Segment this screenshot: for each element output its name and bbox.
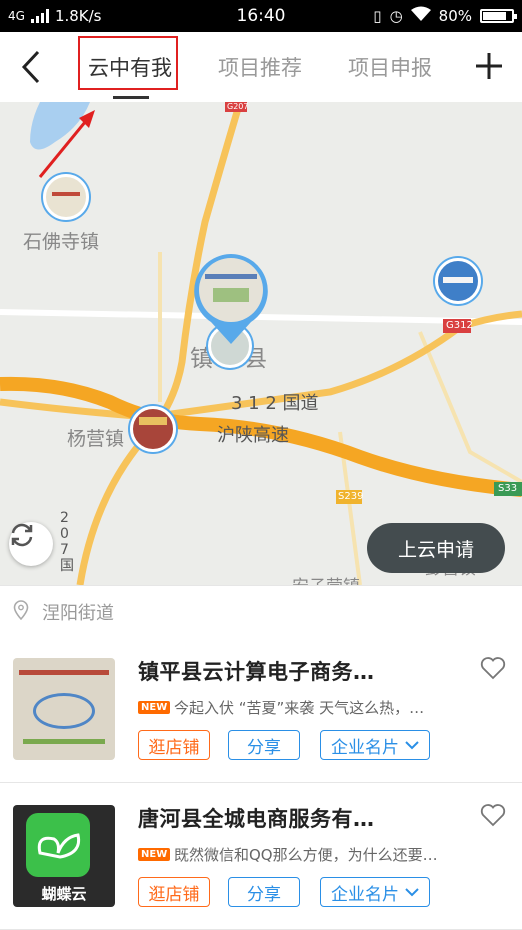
shield-s239: S239 — [338, 491, 364, 502]
item-title[interactable]: 唐河县全城电商服务有… — [138, 803, 375, 833]
new-badge: NEW — [138, 701, 171, 714]
store-pin-1[interactable] — [43, 174, 89, 220]
alarm-icon: ◷ — [389, 7, 403, 25]
item-title[interactable]: 镇平县云计算电子商务… — [138, 656, 375, 686]
tab-project-recommend[interactable]: 项目推荐 — [218, 52, 302, 82]
list-item[interactable]: 镇平县云计算电子商务… NEW 今起入伏 “苦夏”来袭 天气这么热，… 逛店铺 … — [0, 636, 522, 783]
refresh-icon — [11, 523, 33, 547]
location-bar[interactable]: 涅阳街道 — [0, 585, 522, 637]
wifi-icon — [410, 6, 431, 26]
logo-text: 蝴蝶云 — [41, 885, 87, 903]
map-view[interactable]: 石佛寺镇 镇 县 杨营镇 安子营镇 彭营镇 3 1 2 国道 沪陕高速 2 0 … — [0, 102, 522, 585]
store-pin-3[interactable] — [130, 406, 176, 452]
vibrate-icon: ▯ — [373, 7, 382, 25]
map-label-yangying: 杨营镇 — [67, 428, 125, 450]
tab-yun-zhong-you-wo[interactable]: 云中有我 — [88, 52, 172, 82]
shield-g207: G207 — [227, 102, 249, 111]
heart-icon[interactable] — [480, 803, 506, 827]
road-label-207: 2 0 7 国 — [60, 510, 74, 574]
map-label-anziying: 安子营镇 — [292, 572, 360, 585]
battery-icon — [480, 9, 517, 23]
back-icon[interactable] — [16, 50, 46, 84]
business-card-button[interactable]: 企业名片 — [320, 877, 430, 907]
plus-icon[interactable] — [474, 51, 504, 81]
store-thumbnail[interactable] — [13, 658, 115, 760]
business-card-button[interactable]: 企业名片 — [320, 730, 430, 760]
shield-s33: S33 — [498, 483, 518, 494]
clock: 16:40 — [236, 6, 286, 26]
share-button[interactable]: 分享 — [228, 730, 300, 760]
shield-g312: G312 — [446, 320, 473, 331]
item-snippet: 今起入伏 “苦夏”来袭 天气这么热，… — [174, 699, 425, 717]
butterfly-logo-icon — [26, 813, 90, 877]
visit-shop-button[interactable]: 逛店铺 — [138, 877, 210, 907]
location-pin-icon — [13, 600, 29, 620]
top-nav: 云中有我 项目推荐 项目申报 — [0, 32, 522, 103]
road-label-312: 3 1 2 国道 — [231, 393, 319, 414]
status-bar: 4G 1.8K/s 16:40 ▯ ◷ 80% — [0, 0, 522, 32]
refresh-button[interactable] — [9, 522, 53, 566]
tab-project-apply[interactable]: 项目申报 — [348, 52, 432, 82]
road-label-hushan: 沪陕高速 — [217, 425, 289, 446]
item-snippet: 既然微信和QQ那么方便，为什么还要… — [174, 846, 438, 864]
list-item[interactable]: 蝴蝶云 唐河县全城电商服务有… NEW 既然微信和QQ那么方便，为什么还要… 逛… — [0, 783, 522, 930]
annotation-arrow-icon — [38, 110, 95, 178]
heart-icon[interactable] — [480, 656, 506, 680]
visit-shop-button[interactable]: 逛店铺 — [138, 730, 210, 760]
share-button[interactable]: 分享 — [228, 877, 300, 907]
map-label-shifosi: 石佛寺镇 — [23, 231, 100, 253]
battery-percent: 80% — [438, 7, 472, 25]
business-card-label: 企业名片 — [331, 884, 399, 905]
active-tab-indicator — [113, 96, 149, 99]
selected-store-pin[interactable] — [191, 252, 271, 347]
new-badge: NEW — [138, 848, 171, 861]
chevron-down-icon — [405, 887, 419, 896]
business-card-label: 企业名片 — [331, 737, 399, 758]
chevron-down-icon — [405, 740, 419, 749]
location-text: 涅阳街道 — [42, 603, 114, 624]
store-pin-2[interactable] — [435, 258, 481, 304]
store-thumbnail[interactable]: 蝴蝶云 — [13, 805, 115, 907]
apply-cloud-button[interactable]: 上云申请 — [367, 523, 505, 573]
